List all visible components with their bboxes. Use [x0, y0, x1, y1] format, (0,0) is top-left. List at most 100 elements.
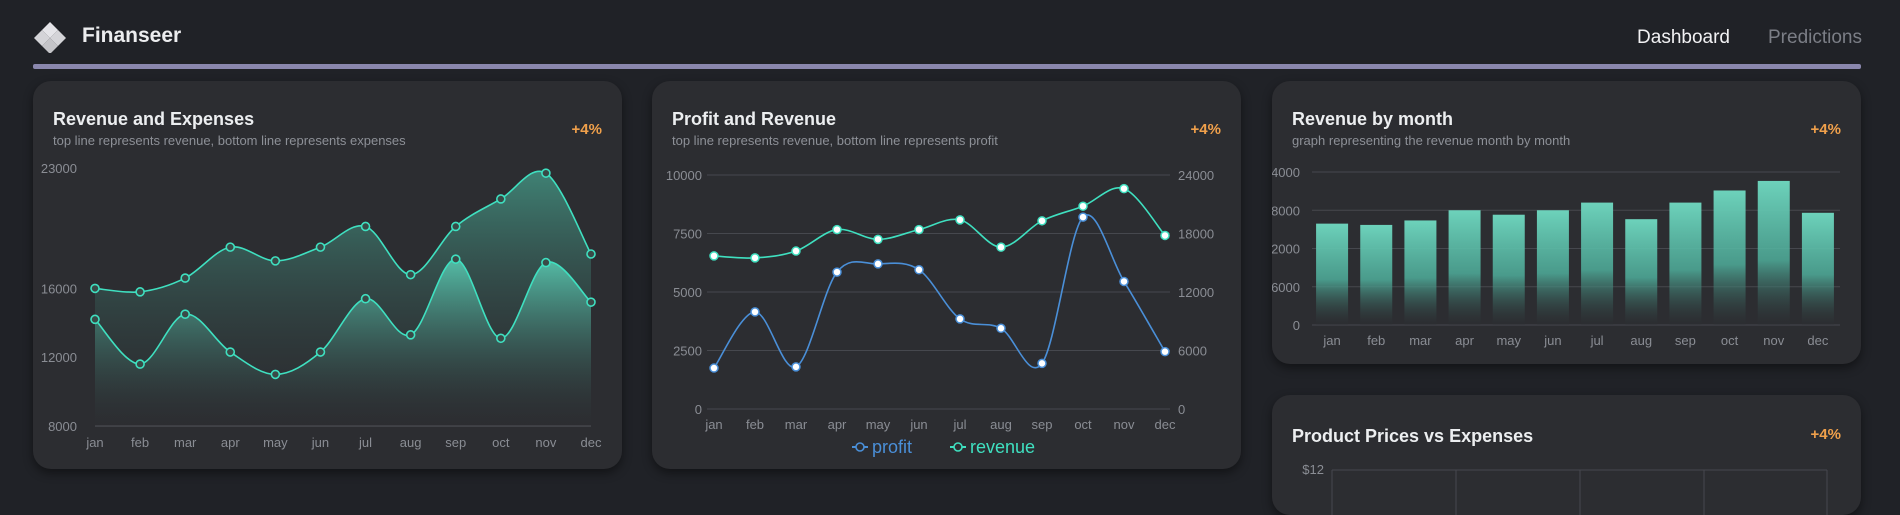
revenue-point — [996, 242, 1006, 252]
revenue-point — [1037, 216, 1047, 226]
profit-point — [791, 362, 801, 372]
profit-point — [873, 259, 883, 269]
right-axis-tick-label: 12000 — [1178, 285, 1214, 300]
x-axis-tick-label: nov — [1763, 333, 1784, 348]
revenue-point — [270, 256, 281, 266]
x-axis-tick-label: may — [1496, 333, 1521, 348]
x-axis-tick-label: may — [866, 417, 891, 432]
product-prices-card: Product Prices vs Expenses +4% $12 — [1272, 395, 1861, 515]
y-axis-tick-label: 23000 — [41, 161, 77, 176]
navbar: Finanseer Dashboard Predictions — [0, 0, 1900, 72]
revenue-point — [405, 269, 416, 280]
x-axis-tick-label: aug — [990, 417, 1012, 432]
legend-label: revenue — [970, 437, 1035, 457]
revenue-expenses-chart: 8000 12000 16000 23000 jan feb mar apr may jun jul… — [41, 161, 602, 450]
x-axis-tick-label: may — [263, 435, 288, 450]
x-axis-tick-label: sep — [445, 435, 466, 450]
y-axis-tick-label: 8000 — [48, 419, 77, 434]
legend-swatch-marker — [953, 442, 963, 452]
profit-point — [914, 265, 924, 275]
revenue-point — [180, 273, 190, 283]
expenses-point — [270, 369, 281, 380]
profit-point — [955, 314, 965, 324]
x-axis-tick-label: jan — [704, 417, 722, 432]
revenue-bar — [1536, 210, 1569, 325]
x-axis-tick-label: dec — [1807, 333, 1828, 348]
x-axis-tick-label: feb — [1367, 333, 1385, 348]
y-axis-tick-label: 12000 — [1272, 242, 1300, 257]
expenses-point — [225, 347, 236, 357]
expenses-point — [360, 293, 371, 304]
x-axis-tick-label: jan — [85, 435, 103, 450]
right-axis-tick-label: 6000 — [1178, 344, 1207, 359]
nav-predictions-link[interactable]: Predictions — [1768, 27, 1862, 49]
revenue-bar — [1801, 212, 1834, 325]
y-axis-tick-label: 6000 — [1272, 280, 1300, 295]
revenue-bar — [1404, 220, 1437, 325]
profit-point — [996, 323, 1006, 334]
y-axis-tick-label: 12000 — [41, 350, 77, 365]
right-axis-tick-label: 18000 — [1178, 227, 1214, 242]
revenue-bar — [1316, 223, 1349, 325]
profit-point — [1037, 358, 1047, 369]
revenue-point — [914, 224, 924, 235]
x-axis-tick-label: feb — [131, 435, 149, 450]
revenue-bar — [1713, 190, 1746, 325]
nav-dashboard-link[interactable]: Dashboard — [1637, 27, 1730, 49]
diamond-logo-icon[interactable] — [34, 21, 66, 53]
x-axis-tick-label: dec — [581, 435, 602, 450]
navbar-divider — [33, 64, 1861, 69]
x-axis-tick-label: jul — [1590, 333, 1604, 348]
revenue-point — [955, 215, 965, 225]
x-axis-tick-label: oct — [1721, 333, 1739, 348]
x-axis-tick-label: oct — [1074, 417, 1092, 432]
revenue-point — [541, 168, 551, 178]
y-axis-tick-label: $12 — [1302, 462, 1324, 477]
expenses-point — [496, 333, 506, 344]
x-axis-tick-label: jul — [358, 435, 372, 450]
revenue-point — [832, 224, 842, 235]
x-axis-tick-label: aug — [400, 435, 422, 450]
x-axis-tick-label: jun — [311, 435, 329, 450]
x-axis-tick-label: mar — [785, 417, 808, 432]
profit-point — [1078, 212, 1088, 222]
product-prices-chart: $12 — [1302, 462, 1828, 515]
legend-swatch-marker — [855, 442, 865, 452]
x-axis-tick-label: sep — [1032, 417, 1053, 432]
x-axis-tick-label: jun — [909, 417, 927, 432]
expenses-point — [405, 330, 416, 340]
revenue-point — [315, 242, 326, 252]
y-axis-tick-label: 0 — [1293, 318, 1300, 333]
profit-revenue-card: Profit and Revenue top line represents r… — [652, 81, 1241, 469]
revenue-point — [873, 234, 883, 245]
left-axis-tick-label: 5000 — [673, 285, 702, 300]
revenue-point — [90, 283, 100, 294]
x-axis-tick-label: aug — [1630, 333, 1652, 348]
x-axis-tick-label: apr — [828, 417, 847, 432]
x-axis-tick-label: apr — [1455, 333, 1474, 348]
x-axis-tick-label: jan — [1322, 333, 1340, 348]
x-axis-tick-label: feb — [746, 417, 764, 432]
y-axis-tick-label: 16000 — [41, 281, 77, 296]
revenue-bar — [1625, 219, 1658, 325]
profit-point — [832, 267, 842, 277]
left-axis-tick-label: 10000 — [666, 168, 702, 183]
revenue-point — [360, 221, 371, 232]
revenue-bar — [1581, 202, 1614, 325]
right-axis-tick-label: 24000 — [1178, 168, 1214, 183]
revenue-point — [1119, 183, 1129, 194]
revenue-bar — [1757, 180, 1790, 325]
revenue-point — [586, 249, 596, 259]
x-axis-tick-label: nov — [1114, 417, 1135, 432]
revenue-point — [450, 221, 461, 232]
revenue-bar — [1360, 224, 1393, 325]
expenses-point — [180, 309, 190, 319]
revenue-expenses-card: Revenue and Expenses top line represents… — [33, 81, 622, 469]
revenue-month-card: Revenue by month graph representing the … — [1272, 81, 1861, 364]
x-axis-tick-label: mar — [174, 435, 197, 450]
left-axis-tick-label: 0 — [695, 402, 702, 417]
expenses-point — [315, 347, 326, 357]
x-axis-tick-label: jun — [1543, 333, 1561, 348]
profit-point — [1160, 346, 1170, 357]
brand-name: Finanseer — [82, 24, 182, 47]
